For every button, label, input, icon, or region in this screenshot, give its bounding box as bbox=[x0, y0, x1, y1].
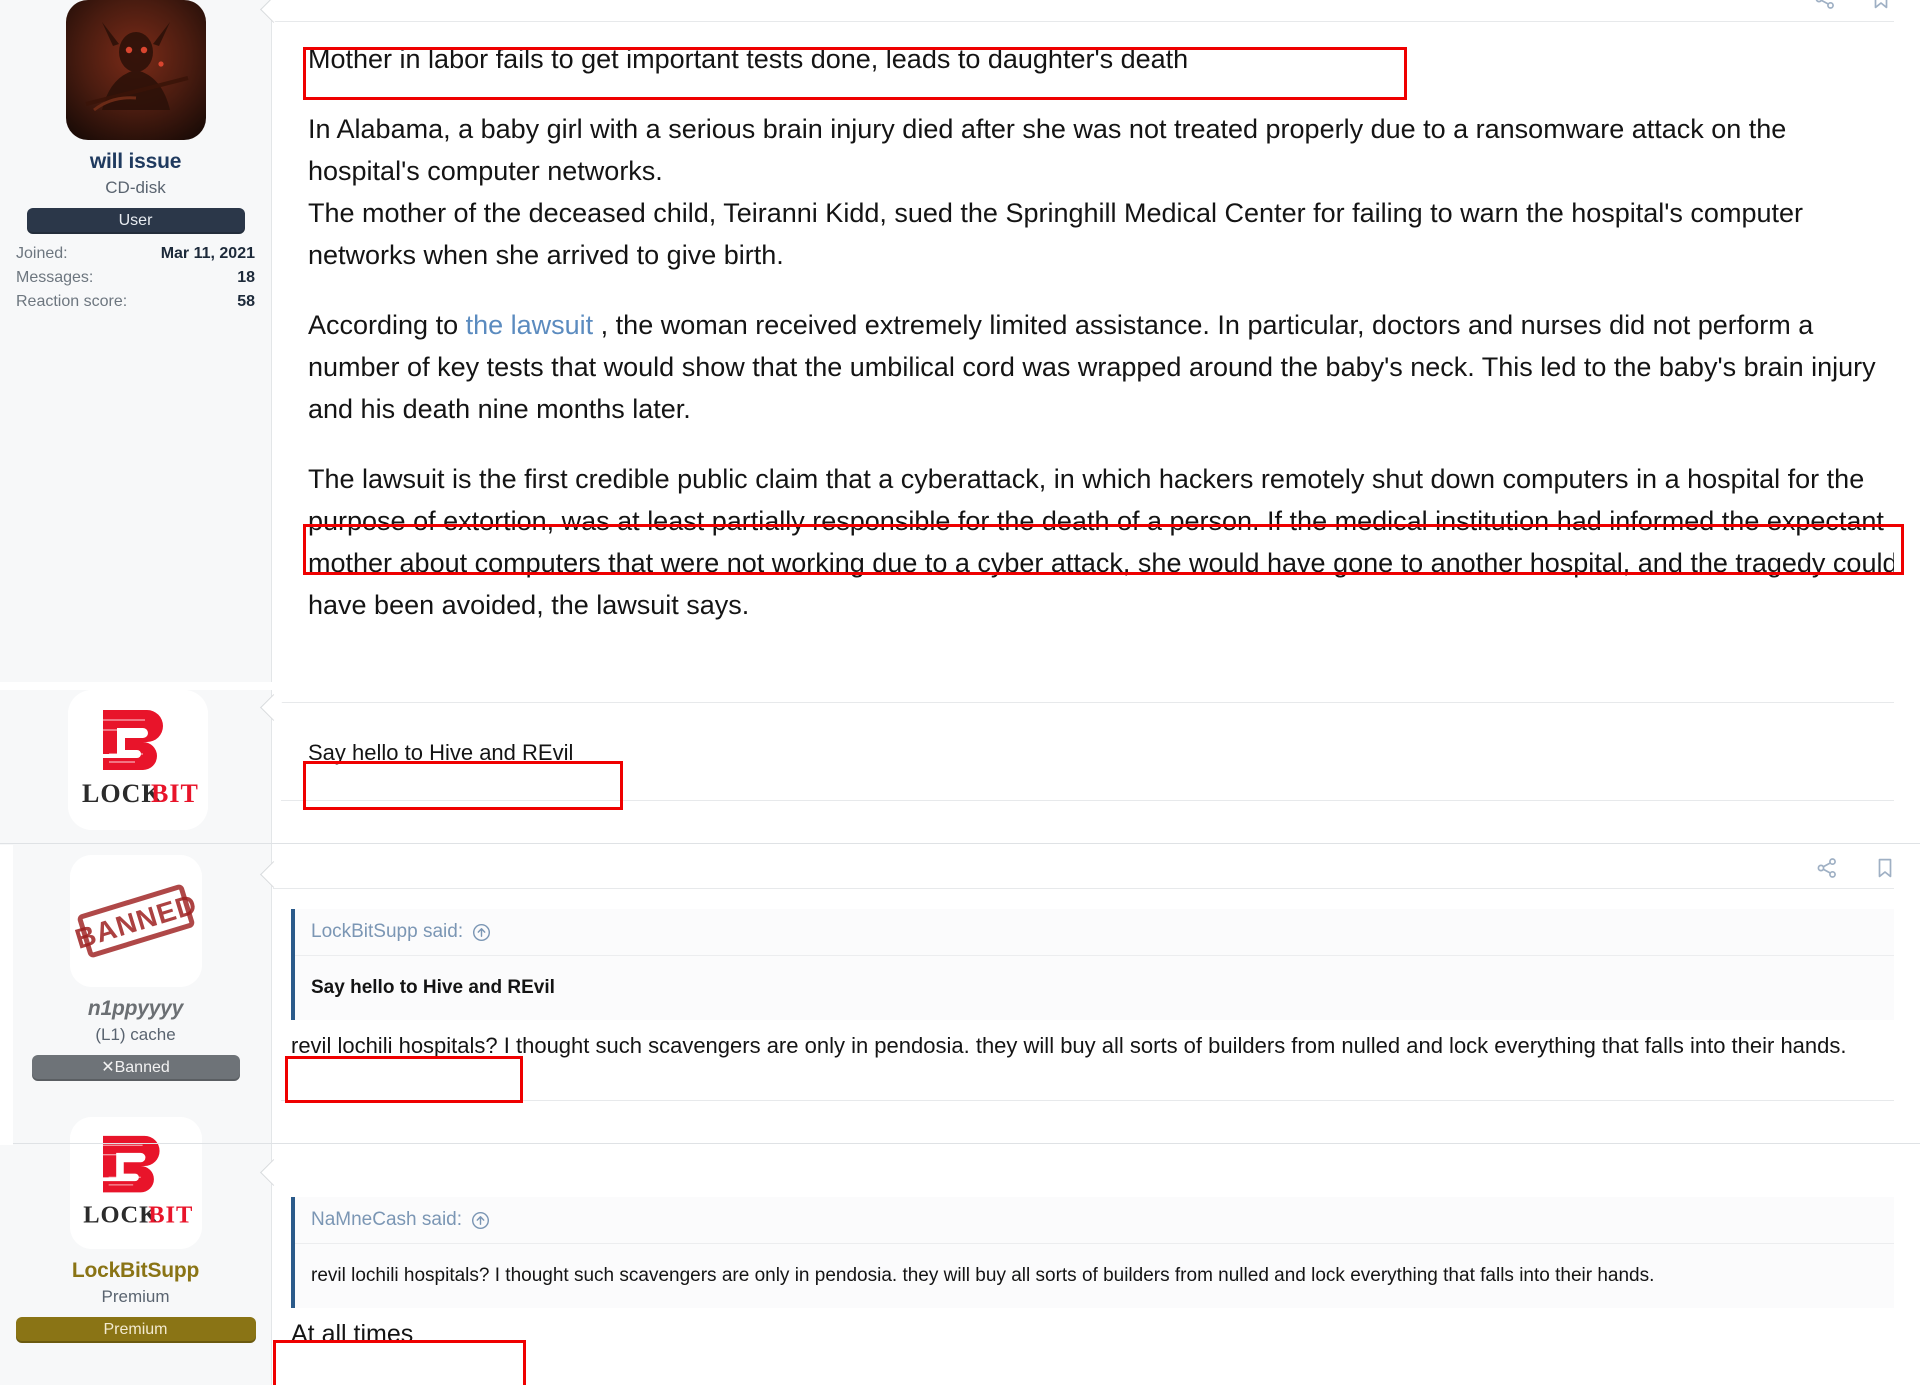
svg-text:BIT: BIT bbox=[148, 1202, 193, 1229]
post-separator-2 bbox=[0, 1143, 1920, 1144]
user-title: Premium bbox=[101, 1287, 170, 1306]
username[interactable]: LockBitSupp bbox=[10, 1259, 261, 1283]
post-3-notch bbox=[272, 865, 288, 891]
share-icon[interactable] bbox=[1816, 857, 1838, 879]
post-paragraph-3: According to the lawsuit , the woman rec… bbox=[308, 304, 1898, 430]
user-title: CD-disk bbox=[105, 178, 166, 197]
user-title: (L1) cache bbox=[95, 1025, 176, 1044]
stat-joined: Joined: Mar 11, 2021 bbox=[16, 242, 255, 266]
post-4-user-column: LOCK BIT LockBitSupp Premium Premium bbox=[0, 1117, 272, 1385]
quote-author: LockBitSupp said: bbox=[311, 921, 464, 942]
post-1-header-divider bbox=[273, 21, 1894, 22]
post-paragraph-4: The lawsuit is the first credible public… bbox=[308, 464, 1898, 620]
post-4: LOCK BIT LockBitSupp Premium Premium NaM… bbox=[0, 1117, 1920, 1385]
post-2-message: Say hello to Hive and REvil bbox=[273, 690, 1920, 845]
post-2-notch bbox=[272, 698, 288, 724]
post-3-user-column: BANNED n1ppyyyy (L1) cache ✕Banned bbox=[0, 845, 272, 1145]
share-icon[interactable] bbox=[1814, 0, 1836, 10]
lockbit-logo-image: LOCK BIT bbox=[69, 1117, 202, 1249]
post-paragraph-1: In Alabama, a baby girl with a serious b… bbox=[308, 114, 1787, 186]
demon-avatar-image bbox=[65, 0, 206, 140]
stat-label: Joined: bbox=[16, 245, 68, 262]
stat-label: Messages: bbox=[16, 269, 94, 286]
post-3-body: revil lochili hospitals? I thought such … bbox=[291, 1031, 1898, 1061]
user-stats: Joined: Mar 11, 2021 Messages: 18 Reacti… bbox=[16, 242, 255, 314]
paragraph-lead-text: According to bbox=[308, 310, 466, 340]
stat-label: Reaction score: bbox=[16, 293, 128, 310]
post-3-message: LockBitSupp said: Say hello to Hive and … bbox=[273, 845, 1920, 1145]
quote-attribution[interactable]: NaMneCash said: bbox=[295, 1197, 1894, 1244]
forum-thread-page: will issue CD-disk User Joined: Mar 11, … bbox=[0, 0, 1920, 1385]
username[interactable]: n1ppyyyy bbox=[10, 997, 261, 1021]
post-1-actions bbox=[1814, 0, 1892, 10]
jump-to-post-icon[interactable] bbox=[472, 923, 491, 942]
quote-attribution[interactable]: LockBitSupp said: bbox=[295, 909, 1894, 956]
bookmark-icon[interactable] bbox=[1870, 0, 1892, 10]
post-paragraph-2: The mother of the deceased child, Teiran… bbox=[308, 198, 1803, 270]
post-2-text: Say hello to Hive and REvil bbox=[308, 740, 574, 765]
post-1-message: Mother in labor fails to get important t… bbox=[273, 0, 1920, 682]
avatar[interactable] bbox=[65, 0, 206, 140]
post-4-notch bbox=[272, 1163, 288, 1189]
quote-block: NaMneCash said: revil lochili hospitals?… bbox=[291, 1197, 1894, 1308]
post-1-user-column: will issue CD-disk User Joined: Mar 11, … bbox=[0, 0, 272, 682]
post-2-avatar[interactable]: LOCK BIT bbox=[68, 690, 208, 830]
quote-author: NaMneCash said: bbox=[311, 1209, 463, 1230]
post-2-top-divider bbox=[281, 702, 1894, 703]
post-1: will issue CD-disk User Joined: Mar 11, … bbox=[0, 0, 1920, 682]
lawsuit-link[interactable]: the lawsuit bbox=[466, 310, 594, 340]
post-4-message: NaMneCash said: revil lochili hospitals?… bbox=[273, 1145, 1920, 1385]
post-1-body: Mother in labor fails to get important t… bbox=[308, 38, 1898, 626]
page-right-gutter bbox=[1894, 0, 1920, 1385]
bookmark-icon[interactable] bbox=[1874, 857, 1896, 879]
post-3: BANNED n1ppyyyy (L1) cache ✕Banned LockB… bbox=[0, 845, 1920, 1145]
stat-value: 58 bbox=[237, 293, 255, 310]
post-2: Say hello to Hive and REvil bbox=[0, 690, 1920, 845]
username[interactable]: will issue bbox=[10, 150, 261, 174]
user-rank-badge: User bbox=[26, 208, 245, 234]
post-2-body: Say hello to Hive and REvil bbox=[308, 738, 1898, 768]
banned-stamp-image: BANNED bbox=[69, 855, 202, 987]
post-1-notch bbox=[272, 0, 288, 26]
quote-text: revil lochili hospitals? I thought such … bbox=[311, 1265, 1655, 1286]
post-3-text: revil lochili hospitals? I thought such … bbox=[291, 1033, 1847, 1058]
avatar[interactable]: LOCK BIT bbox=[69, 1117, 202, 1249]
stat-reaction-score: Reaction score: 58 bbox=[16, 290, 255, 314]
avatar[interactable]: BANNED bbox=[69, 855, 202, 987]
svg-text:BIT: BIT bbox=[151, 779, 199, 808]
lockbit-logo-image: LOCK BIT bbox=[68, 690, 208, 830]
post-4-body: At all times bbox=[291, 1317, 1898, 1351]
post-3-actions bbox=[1816, 857, 1896, 879]
jump-to-post-icon[interactable] bbox=[471, 1211, 490, 1230]
post-headline: Mother in labor fails to get important t… bbox=[308, 44, 1189, 74]
post-2-bottom-divider bbox=[281, 800, 1894, 801]
post-3-bottom-divider bbox=[281, 1100, 1894, 1101]
user-rank-badge: ✕Banned bbox=[31, 1055, 240, 1081]
post-3-header-divider bbox=[273, 888, 1894, 889]
quote-text: Say hello to Hive and REvil bbox=[311, 977, 555, 998]
stat-value: Mar 11, 2021 bbox=[160, 245, 255, 262]
post-separator-1 bbox=[0, 843, 1920, 844]
stat-messages: Messages: 18 bbox=[16, 266, 255, 290]
page-left-gutter bbox=[0, 845, 13, 1145]
user-rank-badge: Premium bbox=[15, 1317, 256, 1343]
post-4-text: At all times bbox=[291, 1320, 414, 1348]
stat-value: 18 bbox=[237, 269, 255, 286]
quote-block: LockBitSupp said: Say hello to Hive and … bbox=[291, 909, 1894, 1020]
